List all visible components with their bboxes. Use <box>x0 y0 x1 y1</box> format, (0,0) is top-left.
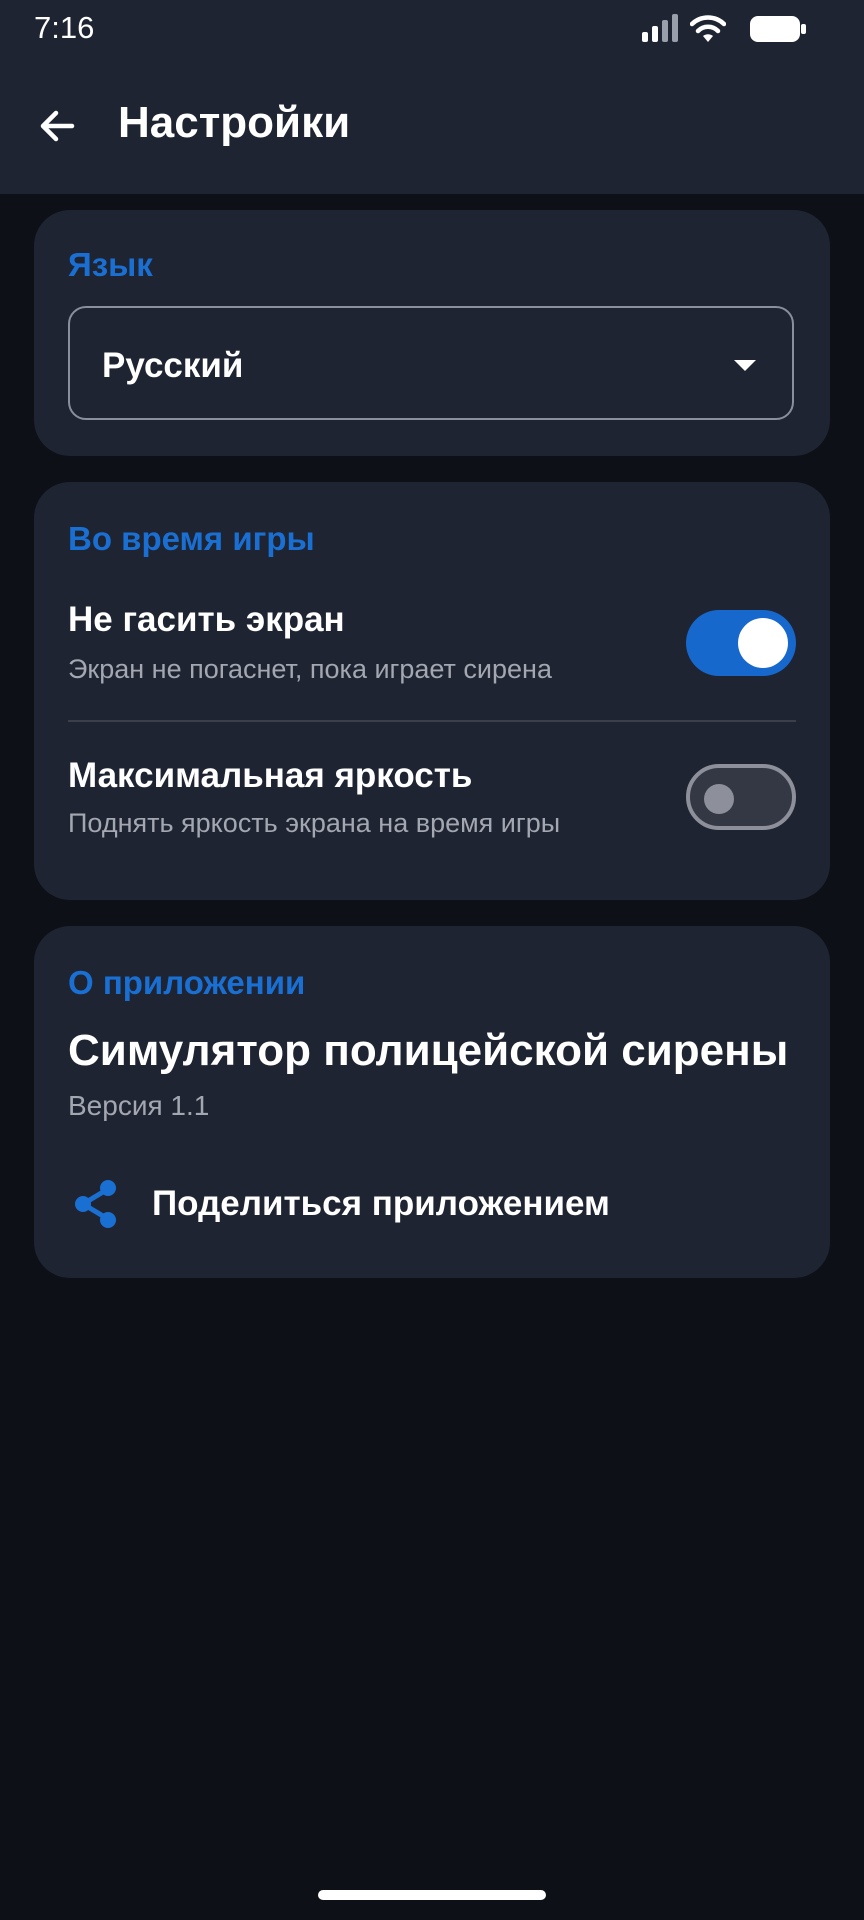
status-bar: 7:16 <box>0 0 864 60</box>
app-bar: Настройки <box>0 60 864 194</box>
page-title: Настройки <box>118 98 351 147</box>
max-brightness-title: Максимальная яркость <box>68 756 473 795</box>
app-name: Симулятор полицейской сирены <box>68 1026 789 1075</box>
keep-screen-on-subtitle: Экран не погаснет, пока играет сирена <box>68 654 552 684</box>
toggle-knob <box>738 618 788 668</box>
share-app-label: Поделиться приложением <box>152 1184 610 1223</box>
keep-screen-on-toggle[interactable] <box>686 610 796 676</box>
during-game-section-title: Во время игры <box>68 520 315 557</box>
back-button[interactable] <box>34 102 82 150</box>
dropdown-arrow-icon <box>734 360 756 371</box>
app-version: Версия 1.1 <box>68 1090 210 1121</box>
about-card: О приложении Симулятор полицейской сирен… <box>34 926 830 1278</box>
language-selected-value: Русский <box>102 346 244 385</box>
keep-screen-on-title: Не гасить экран <box>68 600 345 639</box>
language-section-title: Язык <box>68 246 153 283</box>
battery-icon <box>750 16 806 42</box>
status-time: 7:16 <box>34 10 95 45</box>
home-indicator[interactable] <box>318 1890 546 1900</box>
divider <box>68 720 796 722</box>
about-section-title: О приложении <box>68 964 306 1001</box>
toggle-knob <box>704 784 734 814</box>
share-app-button[interactable]: Поделиться приложением <box>34 1154 830 1254</box>
during-game-card: Во время игры Не гасить экран Экран не п… <box>34 482 830 900</box>
signal-icon <box>642 14 678 42</box>
arrow-back-icon <box>40 110 75 142</box>
max-brightness-subtitle: Поднять яркость экрана на время игры <box>68 808 561 838</box>
language-dropdown[interactable]: Русский <box>68 306 794 420</box>
wifi-icon <box>690 15 726 42</box>
max-brightness-toggle[interactable] <box>686 764 796 830</box>
share-icon <box>75 1180 116 1228</box>
language-card: Язык Русский <box>34 210 830 456</box>
